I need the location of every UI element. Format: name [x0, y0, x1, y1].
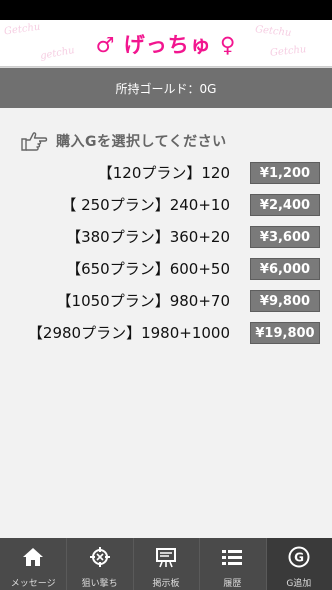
tab-separator [132, 538, 134, 590]
tab-separator [66, 538, 68, 590]
board-icon [156, 548, 177, 568]
tab-label: メッセージ [10, 579, 56, 589]
target-icon [89, 547, 110, 567]
gold-balance-text: 所持ゴールド：0G [115, 81, 217, 96]
app-logo: ♂ げっちゅ ♀ [95, 33, 237, 57]
g-coin-icon: G [288, 546, 310, 568]
list-icon [222, 550, 243, 565]
price-button[interactable]: ¥3,600 [250, 226, 320, 248]
pointing-hand-icon [21, 132, 48, 151]
status-bar [0, 0, 332, 20]
plan-row: 【650プラン】600+50 ¥6,000 [0, 258, 332, 280]
tab-label: 掲示板 [152, 579, 180, 589]
tab-board[interactable]: 掲示板 [132, 538, 199, 590]
tab-add-g[interactable]: G G追加 [265, 538, 332, 590]
plan-row: 【2980プラン】1980+1000 ¥19,800 [0, 322, 332, 344]
tab-history[interactable]: 履歴 [199, 538, 265, 590]
plan-label: 【1050プラン】980+70 [56, 292, 230, 310]
tab-separator [199, 538, 201, 590]
svg-text:G: G [294, 551, 304, 565]
tab-separator [265, 538, 267, 590]
price-button[interactable]: ¥6,000 [250, 258, 320, 280]
plan-label: 【380プラン】360+20 [66, 228, 230, 246]
plan-label: 【2980プラン】1980+1000 [27, 324, 230, 342]
bottom-tab-bar: メッセージ 狙い撃ち 掲示板 履歴 G G追加 [0, 538, 332, 590]
tab-label: 履歴 [223, 579, 242, 589]
price-button[interactable]: ¥19,800 [250, 322, 320, 344]
price-button[interactable]: ¥9,800 [250, 290, 320, 312]
purchase-prompt: 購入Gを選択してください [20, 130, 227, 152]
tab-label: G追加 [286, 579, 312, 589]
plan-row: 【380プラン】360+20 ¥3,600 [0, 226, 332, 248]
plan-row: 【 250プラン】240+10 ¥2,400 [0, 194, 332, 216]
tab-target[interactable]: 狙い撃ち [66, 538, 132, 590]
plan-label: 【650プラン】600+50 [66, 260, 230, 278]
home-icon [23, 548, 44, 566]
plan-label: 【120プラン】120 [97, 164, 230, 182]
plan-row: 【120プラン】120 ¥1,200 [0, 162, 332, 184]
tab-label: 狙い撃ち [81, 579, 118, 589]
plan-row: 【1050プラン】980+70 ¥9,800 [0, 290, 332, 312]
tab-message[interactable]: メッセージ [0, 538, 66, 590]
prompt-text: 購入Gを選択してください [56, 134, 227, 150]
plan-label: 【 250プラン】240+10 [61, 196, 230, 214]
app-header: Getchu getchu Getchu Getchu ♂ げっちゅ ♀ [0, 20, 332, 68]
gold-balance-bar: 所持ゴールド：0G [0, 68, 332, 108]
price-button[interactable]: ¥2,400 [250, 194, 320, 216]
price-button[interactable]: ¥1,200 [250, 162, 320, 184]
